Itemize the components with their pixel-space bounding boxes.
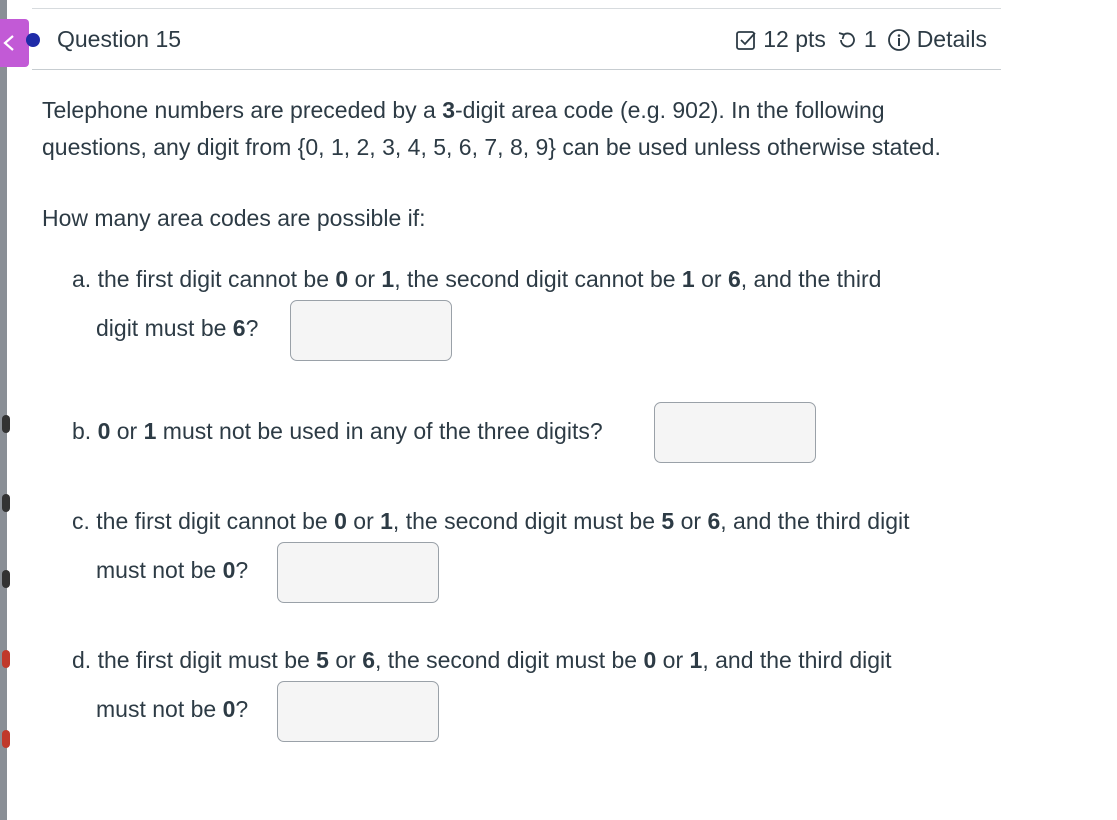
emphasized-digit: 1 [689,647,703,673]
text-segment: b. [72,418,98,444]
emphasized-digit: 5 [661,508,675,534]
answer-input-b[interactable] [654,402,816,463]
text-segment: or [348,266,382,292]
emphasized-digit: 6 [727,266,741,292]
text-segment: or [328,647,363,673]
edge-marker [2,494,10,512]
text-segment: , the second digit cannot be [394,266,682,292]
text-segment: , and the third [740,266,882,292]
edge-marker [2,570,10,588]
text-segment: must not be [96,696,223,722]
text-segment: must not be [96,557,223,583]
part-d-line-2: must not be 0? [96,696,248,723]
question-header: Question 15 12 pts 1 Details [26,10,1001,70]
divider [32,8,1001,9]
part-d-line-1: d. the first digit must be 5 or 6, the s… [72,647,892,674]
question-status-icon [26,32,40,47]
text-segment: digit must be [96,315,233,341]
text-segment: or [346,508,381,534]
emphasized-digit: 1 [381,266,395,292]
emphasized-digit: 6 [362,647,375,673]
text-segment: , and the third digit [702,647,892,673]
part-a-line-2: digit must be 6? [96,315,258,342]
text-segment: a. the first digit cannot be [72,266,336,292]
attempts-value: 1 [863,26,877,52]
part-c-line-1: c. the first digit cannot be 0 or 1, the… [72,508,909,535]
answer-input-a[interactable] [290,300,452,361]
text-segment: , the second digit must be [375,647,644,673]
part-b-line-1: b. 0 or 1 must not be used in any of the… [72,418,603,445]
emphasized-digit: 1 [380,508,393,534]
retry-icon [836,29,858,51]
text-segment: , and the third digit [720,508,910,534]
text-segment: ? [235,557,249,583]
question-body: Telephone numbers are preceded by a 3-di… [42,92,987,237]
emphasized-digit: 0 [97,418,111,444]
answer-input-d[interactable] [277,681,439,742]
points-value: 12 pts [763,26,826,52]
part-c-line-2: must not be 0? [96,557,248,584]
intro-line-2: questions, any digit from {0, 1, 2, 3, 4… [42,134,941,160]
text-segment: or [656,647,690,673]
text-segment: c. the first digit cannot be [72,508,335,534]
edge-marker [2,650,10,668]
text-segment: , the second digit must be [392,508,662,534]
emphasized-digit: 0 [335,266,349,292]
details-link[interactable]: Details [917,26,987,53]
emphasized-digit: 6 [707,508,721,534]
chevron-left-icon [3,35,14,51]
text-segment: d. the first digit must be [72,647,317,673]
left-sidebar-edge [0,0,7,820]
emphasized-digit: 1 [143,418,157,444]
emphasized-digit: 0 [222,557,236,583]
back-button[interactable] [0,19,29,67]
edge-marker [2,415,10,433]
question-prompt: How many area codes are possible if: [42,205,426,231]
emphasized-digit: 0 [334,508,347,534]
emphasized-digit: 0 [222,696,236,722]
text-segment: must not be used in any of the three dig… [156,418,603,444]
emphasized-digit: 5 [316,647,329,673]
intro-line-1: Telephone numbers are preceded by a 3-di… [42,97,885,123]
edge-marker [2,730,10,748]
info-icon[interactable] [887,28,911,52]
text-segment: ? [235,696,249,722]
text-segment: or [694,266,728,292]
emphasized-digit: 6 [232,315,246,341]
text-segment: or [110,418,144,444]
part-a-line-1: a. the first digit cannot be 0 or 1, the… [72,266,881,293]
question-meta: 12 pts 1 Details [735,26,987,53]
text-segment: ? [245,315,259,341]
emphasized-digit: 1 [681,266,695,292]
checkbox-icon [735,29,757,51]
answer-input-c[interactable] [277,542,439,603]
question-title: Question 15 [57,26,182,52]
text-segment: or [674,508,708,534]
emphasized-digit: 0 [643,647,657,673]
